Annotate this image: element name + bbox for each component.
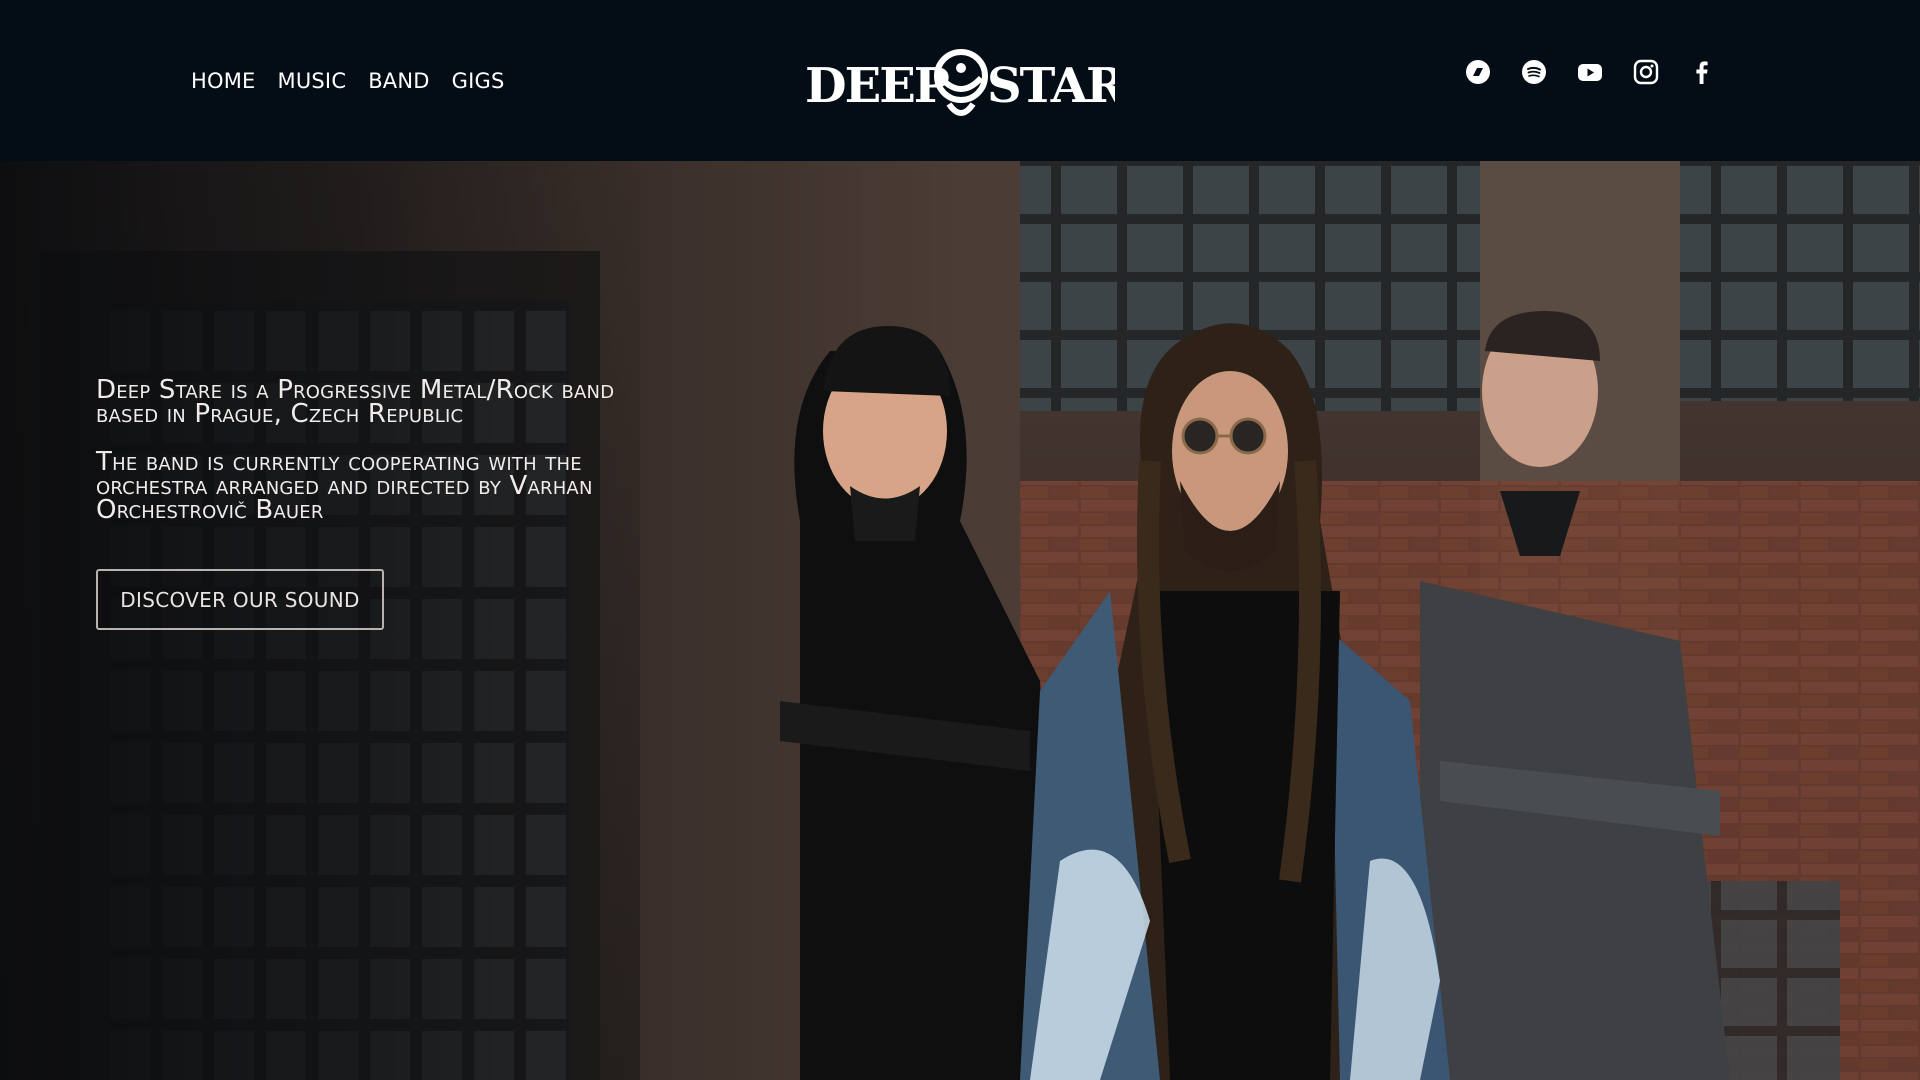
- nav-band[interactable]: BAND: [368, 66, 429, 96]
- hero-paragraph-2: The band is currently cooperating with t…: [96, 447, 593, 525]
- hero-paragraph-1: Deep Stare is a Progressive Metal/Rock b…: [96, 375, 615, 429]
- site-header: HOME MUSIC BAND GIGS DEEP STARE: [0, 0, 1920, 161]
- spotify-icon[interactable]: [1520, 58, 1548, 86]
- bandcamp-icon[interactable]: [1464, 58, 1492, 86]
- page: HOME MUSIC BAND GIGS DEEP STARE: [0, 0, 1920, 1080]
- social-links: [1464, 58, 1716, 86]
- site-logo[interactable]: DEEP STARE: [805, 38, 1115, 124]
- nav-music[interactable]: MUSIC: [278, 66, 347, 96]
- main-nav: HOME MUSIC BAND GIGS: [191, 66, 505, 96]
- youtube-icon[interactable]: [1576, 58, 1604, 86]
- instagram-icon[interactable]: [1632, 58, 1660, 86]
- discover-sound-button[interactable]: DISCOVER OUR SOUND: [96, 569, 384, 630]
- hero-section: Deep Stare is a Progressive Metal/Rock b…: [0, 161, 1920, 1080]
- hero-description: Deep Stare is a Progressive Metal/Rock b…: [96, 375, 616, 546]
- svg-text:STARE: STARE: [987, 58, 1115, 114]
- nav-home[interactable]: HOME: [191, 66, 256, 96]
- svg-text:DEEP: DEEP: [805, 58, 949, 114]
- nav-gigs[interactable]: GIGS: [452, 66, 505, 96]
- facebook-icon[interactable]: [1688, 58, 1716, 86]
